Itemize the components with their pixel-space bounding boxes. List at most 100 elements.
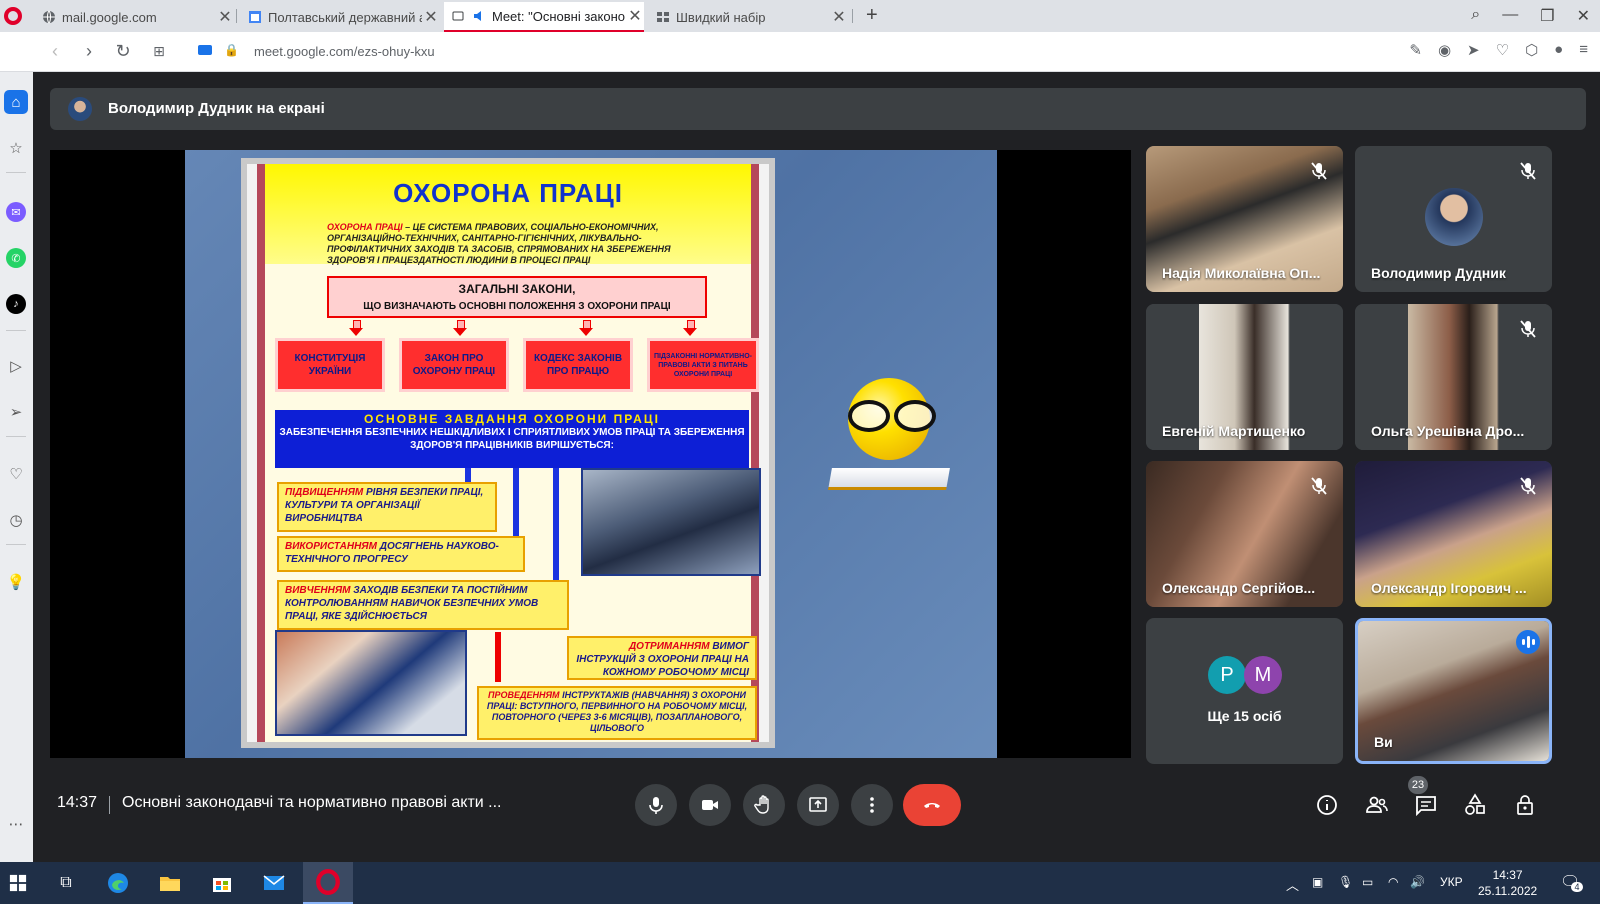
history-icon[interactable]: ◷ [4,508,28,532]
opera-menu-icon[interactable] [4,7,22,25]
laws-header: ЗАГАЛЬНІ ЗАКОНИ, ЩО ВИЗНАЧАЮТЬ ОСНОВНІ П… [327,276,707,318]
participant-name: Олександр Сергійов... [1162,580,1316,596]
close-tab-icon[interactable]: ✕ [216,7,234,27]
chat-icon [1416,796,1436,817]
participant-tile[interactable]: Ольга Урешівна Дро... [1355,304,1552,450]
globe-icon [43,10,55,24]
url-field[interactable]: meet.google.com/ezs-ohuy-kxu [254,44,435,59]
close-tab-icon[interactable]: ✕ [830,7,848,27]
book-icon [828,468,950,490]
search-tabs-icon[interactable]: ⌕ [1471,6,1480,26]
messenger-icon[interactable]: ✉ [6,202,26,222]
more-participants-tile[interactable]: Р М Ще 15 осіб [1146,618,1343,764]
new-tab-icon[interactable]: + [866,4,878,27]
address-bar: ‹ › ↻ ⊞ 🔒 meet.google.com/ezs-ohuy-kxu ✎… [0,32,1600,72]
minimize-icon[interactable]: — [1502,6,1518,26]
participant-tile[interactable]: Володимир Дудник [1355,146,1552,292]
lock-icon[interactable]: 🔒 [224,43,239,57]
self-tile[interactable]: Ви [1355,618,1552,764]
activities-button[interactable] [1459,789,1491,821]
flow-icon[interactable]: ➢ [4,400,28,424]
definition-lead: ОХОРОНА ПРАЦІ [327,222,403,232]
present-screen-button[interactable] [797,784,839,826]
edge-icon[interactable] [104,869,132,897]
system-clock[interactable]: 14:37 25.11.2022 [1478,867,1537,899]
tab-speed-dial[interactable]: Швидкий набір ✕ [648,2,848,32]
step-lead: ВИКОРИСТАННЯМ [285,541,377,552]
tips-icon[interactable]: 💡 [4,570,28,594]
meeting-details-button[interactable] [1311,789,1343,821]
heart-icon[interactable]: ♡ [1496,41,1509,59]
step-lead: ДОТРИМАННЯМ [628,641,710,652]
extensions-icon[interactable]: ⬡ [1525,41,1538,59]
tab-poltava[interactable]: Полтавський державний а ✕ [240,2,440,32]
profile-icon[interactable]: ● [1554,41,1563,59]
tab-gmail[interactable]: mail.google.com ✕ [34,2,234,32]
meet-window: Володимир Дудник на екрані ОХОРОНА ПРАЦІ… [33,72,1600,862]
participant-name: Олександр Ігорович ... [1371,580,1527,596]
battery-icon[interactable]: ▭ [1362,875,1373,889]
tab-title: mail.google.com [62,9,157,25]
store-icon[interactable] [208,869,236,897]
wifi-icon[interactable]: ◠ [1388,875,1398,889]
windows-start-icon[interactable] [4,869,32,897]
more-options-button[interactable] [851,784,893,826]
sidebar-divider [6,544,26,545]
close-window-icon[interactable]: ✕ [1577,6,1590,26]
forward-icon[interactable]: › [78,41,100,62]
shared-screen[interactable]: ОХОРОНА ПРАЦІ ОХОРОНА ПРАЦІ – ЦЕ СИСТЕМА… [50,150,1131,758]
shapes-icon [1465,793,1485,815]
close-tab-icon[interactable]: ✕ [422,7,440,27]
microphone-tray-icon[interactable]: 🎙 [1338,875,1353,889]
tab-meet[interactable]: Meet: "Основні законо ✕ [444,2,644,32]
mail-icon[interactable] [260,869,288,897]
close-tab-icon[interactable]: ✕ [626,6,644,26]
language-indicator[interactable]: УКР [1440,875,1463,889]
heart-icon[interactable]: ♡ [4,462,28,486]
presentation-slide: ОХОРОНА ПРАЦІ ОХОРОНА ПРАЦІ – ЦЕ СИСТЕМА… [185,150,997,758]
more-icon[interactable]: ⋯ [4,812,28,836]
file-explorer-icon[interactable] [156,869,184,897]
back-icon[interactable]: ‹ [44,41,66,62]
more-participants-label: Ще 15 осіб [1207,708,1282,724]
poster-header: ОХОРОНА ПРАЦІ ОХОРОНА ПРАЦІ – ЦЕ СИСТЕМА… [265,164,751,265]
window-controls: ⌕ — ❐ ✕ [1471,6,1590,26]
host-controls-button[interactable] [1509,789,1541,821]
easy-setup-icon[interactable]: ≡ [1579,41,1588,59]
camera-in-use-icon[interactable] [198,45,212,55]
camera-button[interactable] [689,784,731,826]
people-button[interactable] [1361,789,1393,821]
leave-call-button[interactable] [903,784,961,826]
reload-icon[interactable]: ↻ [112,41,134,62]
home-icon[interactable]: ⌂ [4,90,28,114]
restore-icon[interactable]: ❐ [1540,6,1554,26]
volume-icon[interactable]: 🔊 [1410,875,1425,889]
task-view-icon[interactable]: ⧉ [52,869,80,897]
system-time: 14:37 [1492,868,1523,882]
microphone-button[interactable] [635,784,677,826]
device-icon[interactable]: ▣ [1312,875,1323,889]
participant-tile[interactable]: Евгеній Мартищенко [1146,304,1343,450]
edit-icon[interactable]: ✎ [1409,41,1422,59]
opera-taskbar-icon[interactable] [303,862,353,904]
sidebar-divider [6,172,26,173]
player-icon[interactable]: ▷ [4,354,28,378]
participant-tile[interactable]: Олександр Ігорович ... [1355,461,1552,607]
send-icon[interactable]: ➤ [1467,41,1480,59]
whatsapp-icon[interactable]: ✆ [6,248,26,268]
raise-hand-button[interactable] [743,784,785,826]
tabs-overview-icon[interactable]: ⊞ [148,43,170,60]
chat-button[interactable] [1410,789,1442,821]
participant-tile[interactable]: Надія Миколаївна Оп... [1146,146,1343,292]
sidebar-divider [6,436,26,437]
speaking-indicator-icon [1516,630,1540,654]
address-bar-actions: ✎ ◉ ➤ ♡ ⬡ ● ≡ [1409,41,1588,59]
participant-tile[interactable]: Олександр Сергійов... [1146,461,1343,607]
mic-off-icon [1520,162,1536,180]
snapshot-icon[interactable]: ◉ [1438,41,1451,59]
presenter-banner: Володимир Дудник на екрані [50,88,1586,130]
tiktok-icon[interactable]: ♪ [6,294,26,314]
show-hidden-icons[interactable]: ︿ [1286,875,1299,894]
bookmarks-icon[interactable]: ☆ [4,136,28,160]
arrow-down-icon [349,320,363,336]
